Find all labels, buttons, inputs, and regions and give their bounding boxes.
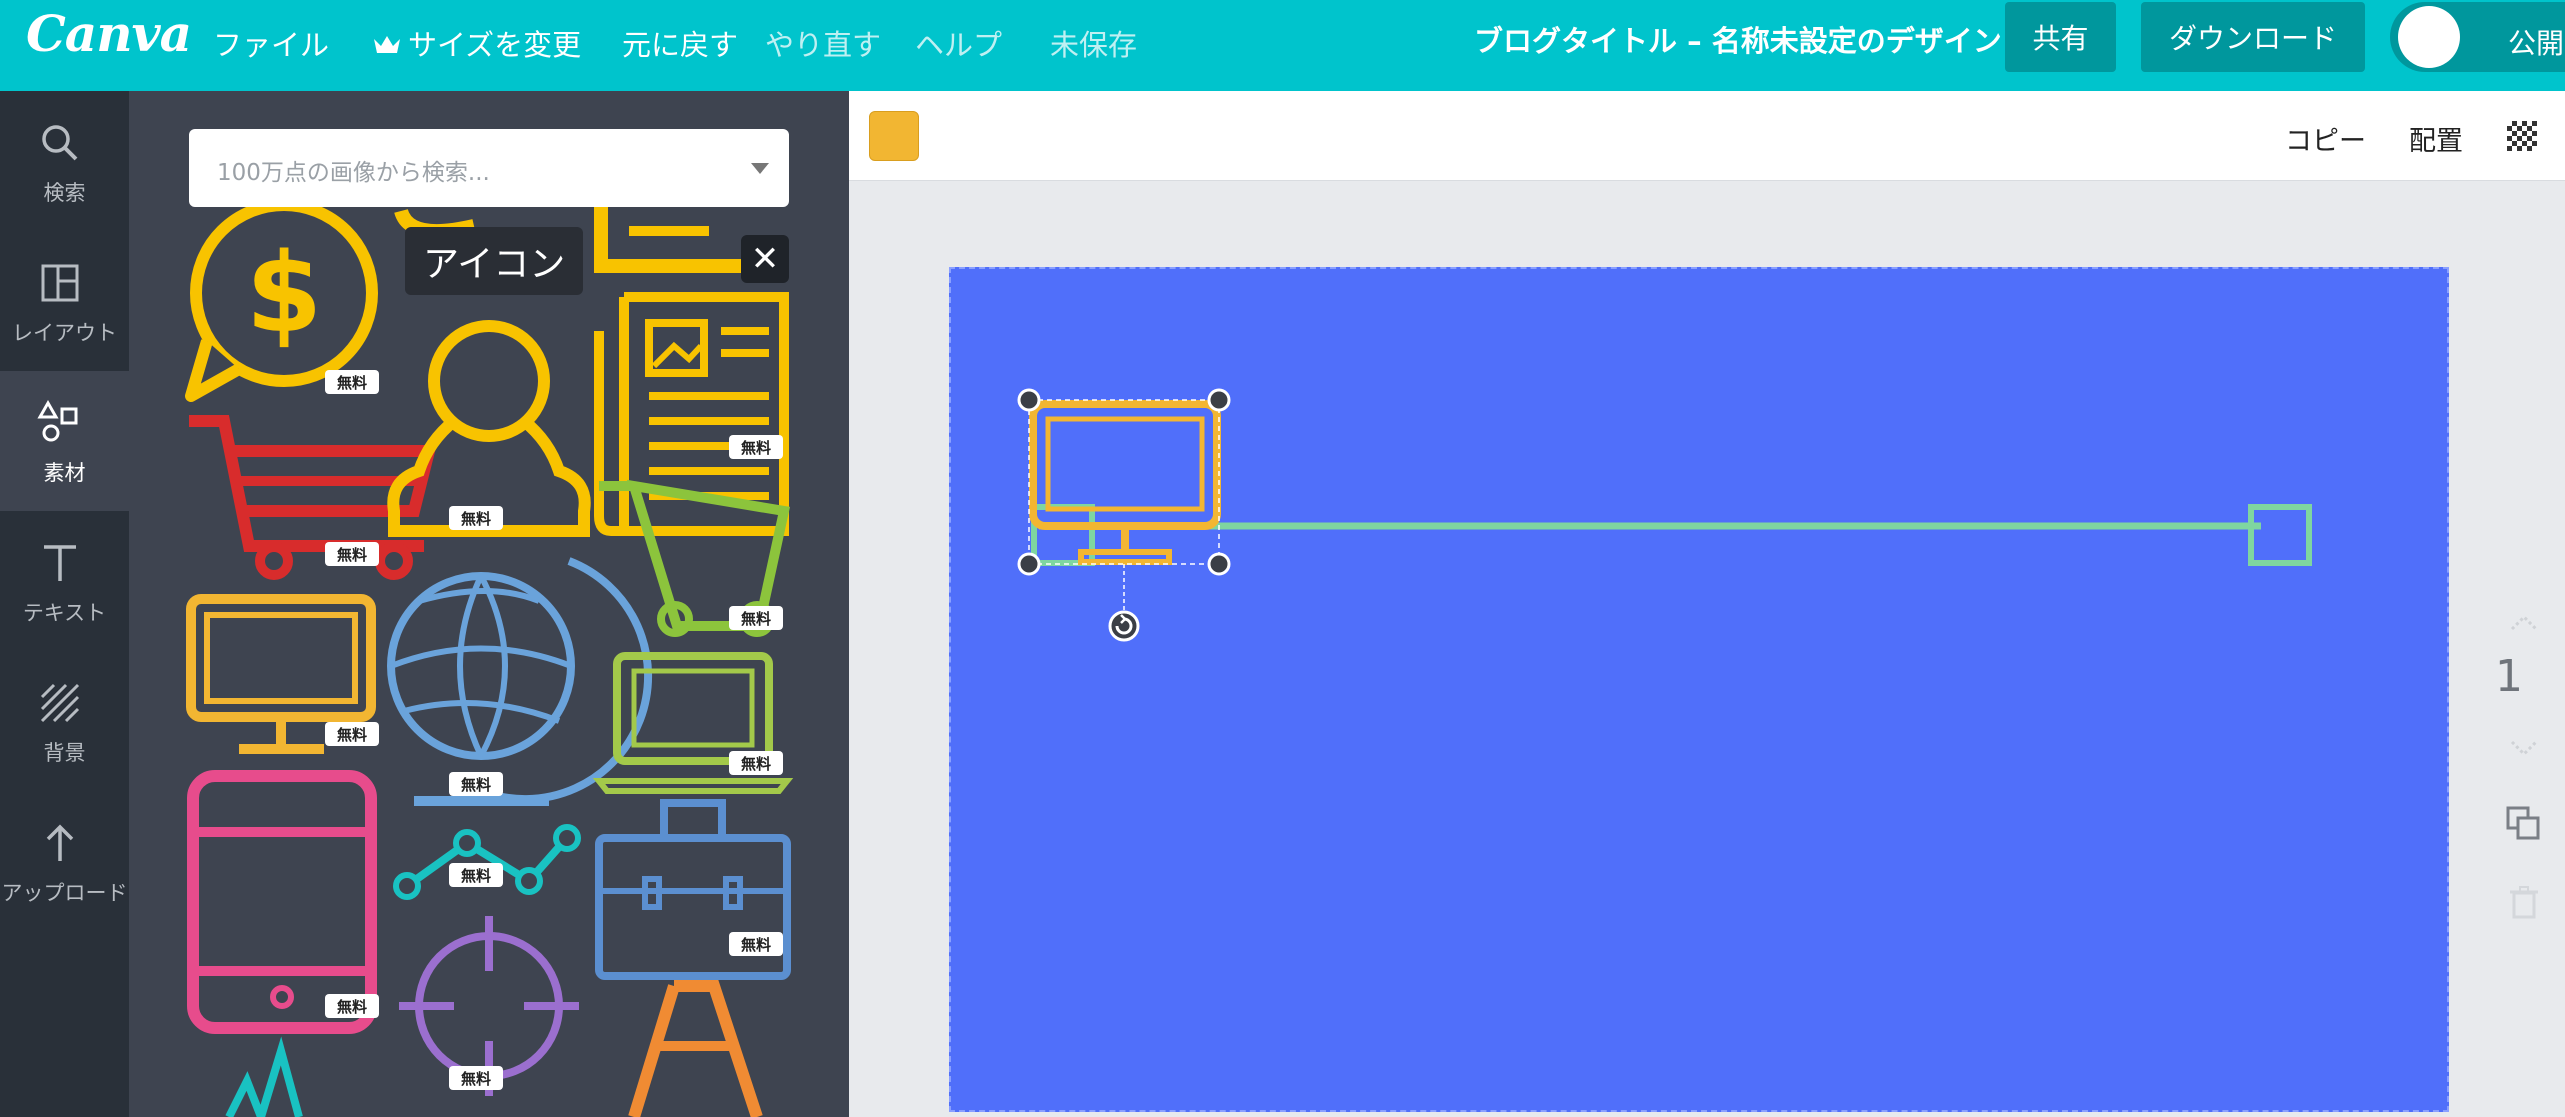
left-nav: 検索 レイアウト 素材 テキスト 背景 アップロード xyxy=(0,91,129,1117)
free-badge: 無料 xyxy=(449,863,503,887)
free-badge: 無料 xyxy=(729,932,783,956)
nav-elements-label: 素材 xyxy=(43,461,86,485)
download-button[interactable]: ダウンロード xyxy=(2141,2,2365,72)
close-icon[interactable]: ✕ xyxy=(741,235,789,283)
elements-panel: $ 無料 無料 無料 無料 無料 無料 無料 無料 無料 無料 無料 無料 10… xyxy=(129,91,849,1117)
menu-help[interactable]: ヘルプ xyxy=(915,22,1002,64)
duplicate-page-icon[interactable] xyxy=(2504,804,2544,844)
nav-layout-label: レイアウト xyxy=(12,321,117,345)
resize-handle-bottom-left[interactable] xyxy=(1017,552,1041,576)
dropdown-caret-icon[interactable] xyxy=(751,163,769,174)
share-button[interactable]: 共有 xyxy=(2005,2,2116,72)
free-badge: 無料 xyxy=(325,542,379,566)
search-placeholder: 100万点の画像から検索... xyxy=(217,160,490,186)
delete-page-icon[interactable] xyxy=(2504,883,2544,923)
nav-layout[interactable]: レイアウト xyxy=(0,231,129,371)
background-icon xyxy=(40,683,80,723)
page-number: 1 xyxy=(2495,651,2523,702)
resize-handle-bottom-right[interactable] xyxy=(1207,552,1231,576)
nav-text[interactable]: テキスト xyxy=(0,511,129,651)
free-badge: 無料 xyxy=(325,722,379,746)
globe-icon[interactable] xyxy=(387,557,653,806)
free-badge: 無料 xyxy=(449,506,503,530)
document-title[interactable]: ブログタイトル – 名称未設定のデザイン xyxy=(1474,18,2002,60)
toggle-knob[interactable] xyxy=(2398,6,2460,68)
save-status: 未保存 xyxy=(1050,28,1138,62)
nav-background-label: 背景 xyxy=(43,741,86,765)
elements-icon xyxy=(37,399,78,442)
nav-elements[interactable]: 素材 xyxy=(0,371,129,511)
menu-resize[interactable]: サイズを変更 xyxy=(372,22,581,64)
editor-area: コピー 配置 1 xyxy=(849,91,2565,1117)
transparency-icon[interactable] xyxy=(2507,121,2537,151)
upload-icon xyxy=(46,824,74,861)
resize-handle-top-right[interactable] xyxy=(1207,388,1231,412)
color-swatch[interactable] xyxy=(869,111,919,161)
tablet-icon[interactable] xyxy=(187,770,377,1034)
menu-file[interactable]: ファイル xyxy=(213,22,329,64)
free-badge: 無料 xyxy=(449,1066,503,1090)
publish-label[interactable]: 公開 xyxy=(2508,22,2564,62)
menu-resize-label: サイズを変更 xyxy=(408,28,582,62)
dollar-bubble-icon[interactable]: $ xyxy=(129,199,378,402)
canvas-elements xyxy=(1017,388,2312,642)
nav-upload[interactable]: アップロード xyxy=(0,791,129,931)
arrange-button[interactable]: 配置 xyxy=(2409,119,2463,158)
layout-icon xyxy=(41,264,79,302)
page-up-icon[interactable] xyxy=(2504,611,2544,635)
traffic-cone-icon[interactable] xyxy=(628,980,763,1117)
partial-top-icon-2[interactable] xyxy=(594,201,749,273)
svg-text:$: $ xyxy=(246,229,323,357)
text-icon xyxy=(44,545,76,581)
canva-logo[interactable]: Canva xyxy=(26,4,192,63)
free-badge: 無料 xyxy=(325,370,379,394)
top-bar: Canva ファイル サイズを変更 元に戻す やり直す ヘルプ 未保存 ブログタ… xyxy=(0,0,2565,91)
design-canvas[interactable] xyxy=(949,267,2449,1112)
nav-upload-label: アップロード xyxy=(1,881,128,905)
free-badge: 無料 xyxy=(729,435,783,459)
page-down-icon[interactable] xyxy=(2504,736,2544,760)
nav-search[interactable]: 検索 xyxy=(0,91,129,231)
menu-redo[interactable]: やり直す xyxy=(765,22,881,64)
crown-icon xyxy=(374,36,400,53)
search-icon xyxy=(42,125,78,161)
free-badge: 無料 xyxy=(325,994,379,1018)
monitor-element[interactable] xyxy=(1029,400,1221,565)
free-badge: 無料 xyxy=(729,751,783,775)
context-toolbar: コピー 配置 xyxy=(849,91,2565,181)
resize-handle-top-left[interactable] xyxy=(1017,388,1041,412)
nav-search-label: 検索 xyxy=(43,181,86,205)
free-badge: 無料 xyxy=(729,606,783,630)
nav-background[interactable]: 背景 xyxy=(0,651,129,791)
image-search-input[interactable]: 100万点の画像から検索... xyxy=(189,129,789,207)
category-tooltip: アイコン xyxy=(405,227,584,295)
rotate-handle-icon[interactable] xyxy=(1108,564,1140,642)
menu-undo[interactable]: 元に戻す xyxy=(622,22,738,64)
pulse-icon[interactable] xyxy=(225,1036,303,1117)
copy-button[interactable]: コピー xyxy=(2285,119,2366,158)
nav-text-label: テキスト xyxy=(22,601,107,625)
free-badge: 無料 xyxy=(449,772,503,796)
